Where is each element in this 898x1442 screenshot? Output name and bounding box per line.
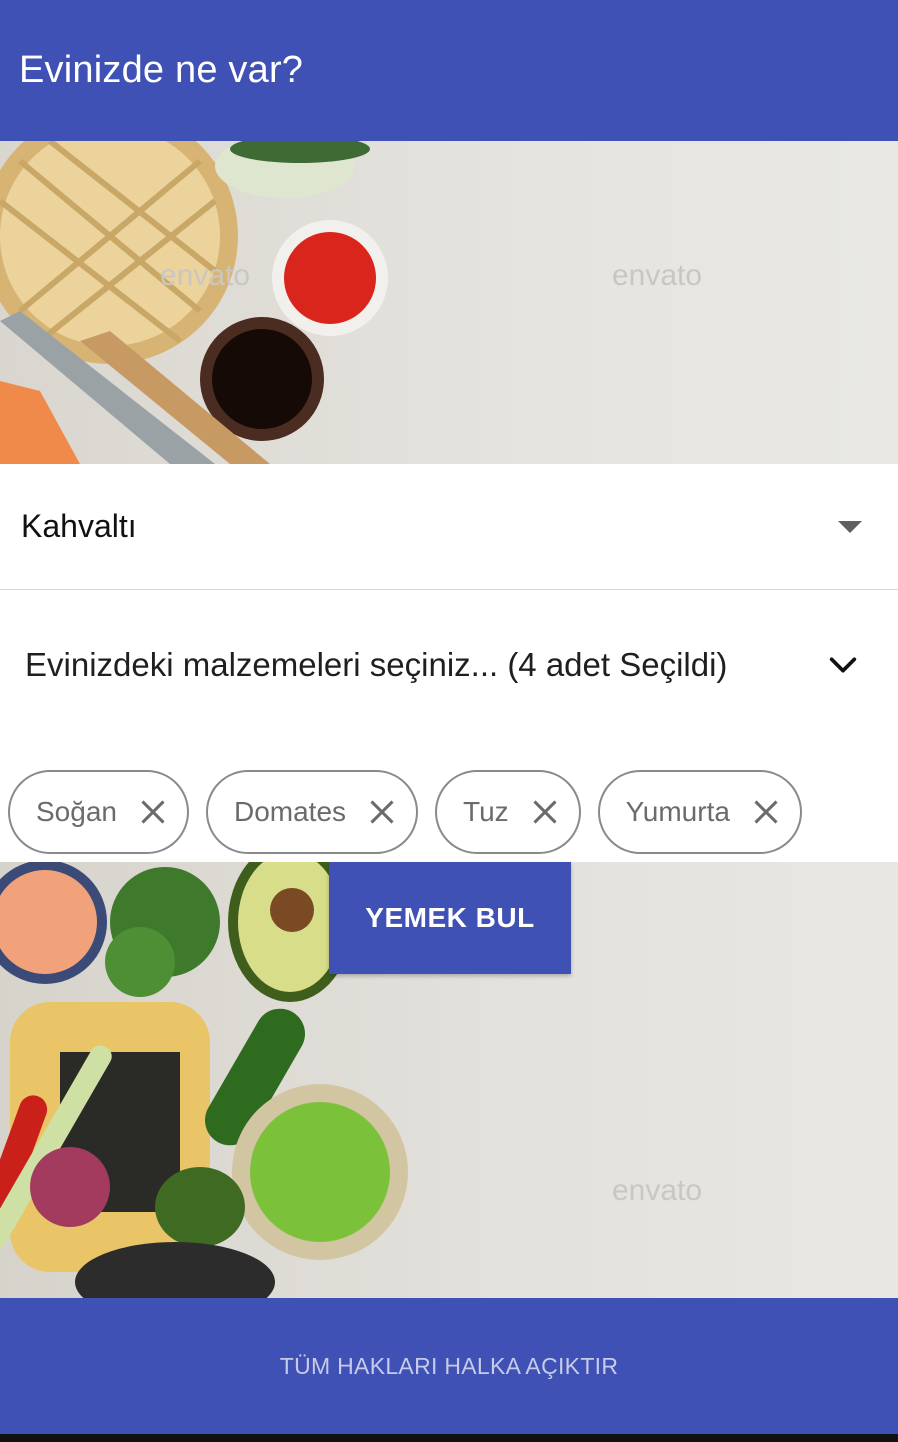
chip-label: Soğan <box>36 796 117 827</box>
find-meal-button[interactable]: YEMEK BUL <box>329 862 571 974</box>
watermark-text: envato <box>612 1174 702 1207</box>
find-meal-label: YEMEK BUL <box>365 902 535 933</box>
footer: TÜM HAKLARI HALKA AÇIKTIR <box>0 1298 898 1434</box>
app-title: Evinizde ne var? <box>19 49 304 91</box>
ingredients-select[interactable]: Evinizdeki malzemeleri seçiniz... (4 ade… <box>0 600 898 730</box>
ingredient-chip[interactable]: Tuz <box>435 770 581 854</box>
system-nav-bar <box>0 1434 898 1442</box>
ingredients-select-label: Evinizdeki malzemeleri seçiniz... (4 ade… <box>25 646 728 683</box>
meal-type-dropdown[interactable]: Kahvaltı <box>0 464 898 590</box>
watermark-text: envato <box>612 259 702 292</box>
chip-label: Domates <box>233 796 347 827</box>
dropdown-arrow-icon <box>838 520 862 533</box>
hero-food-illustration: envato envato <box>0 141 702 464</box>
ingredient-chip[interactable]: Yumurta <box>597 770 802 854</box>
close-icon[interactable] <box>368 798 396 826</box>
close-icon[interactable] <box>752 798 780 826</box>
chip-label: Yumurta <box>625 796 730 827</box>
footer-text: TÜM HAKLARI HALKA AÇIKTIR <box>279 1352 619 1379</box>
chip-label: Tuz <box>463 796 509 827</box>
watermark-text: envato <box>160 259 250 292</box>
app-bar: Evinizde ne var? <box>0 0 898 141</box>
meal-type-value: Kahvaltı <box>21 508 137 544</box>
hero-image: envato envato <box>0 141 898 464</box>
ingredient-chip[interactable]: Soğan <box>8 770 189 854</box>
ingredient-chips: Soğan Domates Tuz Yumurta <box>8 770 802 855</box>
ingredient-chip[interactable]: Domates <box>205 770 419 854</box>
close-icon[interactable] <box>531 798 559 826</box>
close-icon[interactable] <box>139 798 167 826</box>
chevron-down-icon <box>829 657 857 673</box>
